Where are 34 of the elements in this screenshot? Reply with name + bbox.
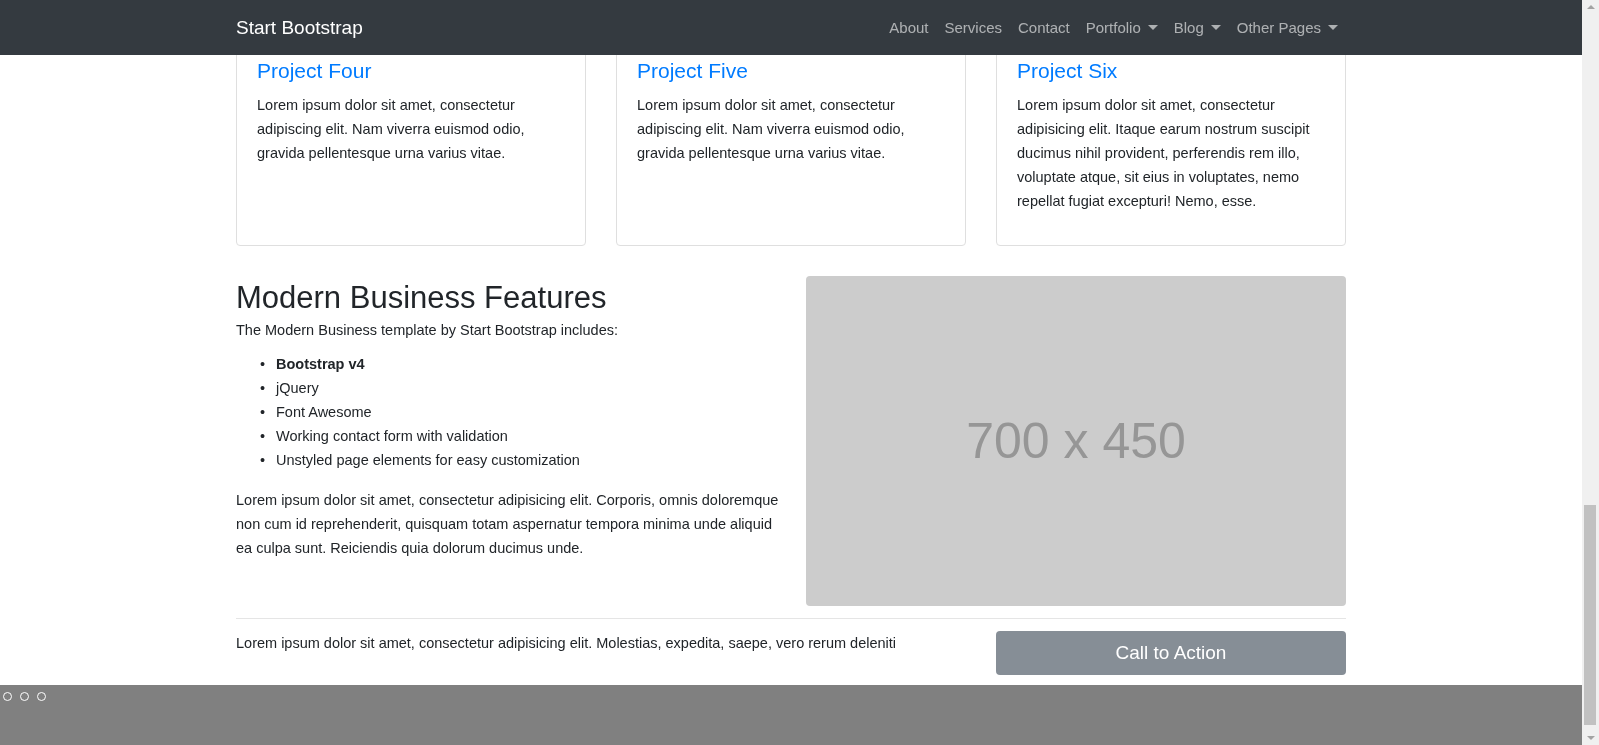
scroll-up-icon[interactable] bbox=[1586, 5, 1595, 9]
feature-item: Bootstrap v4 bbox=[276, 355, 365, 374]
feature-item: Working contact form with validation bbox=[276, 427, 508, 446]
call-to-action-button[interactable]: Call to Action bbox=[996, 631, 1346, 675]
section-heading: Modern Business Features bbox=[236, 280, 608, 316]
bullet: • bbox=[260, 451, 267, 470]
nav-link[interactable]: About bbox=[889, 19, 929, 36]
scroll-down-icon[interactable] bbox=[1586, 736, 1595, 740]
card-text: Lorem ipsum dolor sit amet, consectetur adipiscing elit. Nam viverra euismod odio, gravida pellentesque urna varius vitae. bbox=[637, 96, 906, 163]
paragraph: Lorem ipsum dolor sit amet, consectetur adipisicing elit. Corporis, omnis doloremque non cum id reprehenderit, quisquam totam aspernatur tempora minima unde aliquid ea culpa sunt. Reiciendis quia dolorum ducimus unde. bbox=[236, 491, 780, 558]
nav-link[interactable]: Services bbox=[944, 19, 1002, 36]
caret-icon[interactable] bbox=[1328, 25, 1338, 30]
nav-link[interactable]: Contact bbox=[1018, 19, 1070, 36]
feature-item: Font Awesome bbox=[276, 403, 372, 422]
card-title[interactable]: Project Five bbox=[637, 59, 748, 83]
scroll-thumb[interactable] bbox=[1584, 505, 1596, 725]
card-title[interactable]: Project Four bbox=[257, 59, 372, 83]
nav-link[interactable]: Other Pages bbox=[1236, 19, 1321, 36]
bullet: • bbox=[260, 355, 267, 374]
card-title[interactable]: Project Six bbox=[1017, 59, 1118, 83]
nav-link[interactable]: Portfolio bbox=[1085, 19, 1141, 36]
bullet: • bbox=[260, 403, 267, 422]
feature-item: Unstyled page elements for easy customization bbox=[276, 451, 580, 470]
brand-link[interactable]: Start Bootstrap bbox=[236, 16, 363, 39]
caret-icon[interactable] bbox=[1147, 25, 1158, 30]
card-text: Lorem ipsum dolor sit amet, consectetur adipisicing elit. Itaque earum nostrum suscipit ducimus nihil provident, perferendis rem illo, voluptate atque, sit eius in voluptates, nemo repellat fugiat excepturi! Nemo, esse. bbox=[1017, 96, 1311, 211]
bullet: • bbox=[260, 379, 267, 398]
cta-text: Lorem ipsum dolor sit amet, consectetur adipisicing elit. Molestias, expedita, saepe, vero rerum deleniti bbox=[236, 635, 898, 651]
card-text: Lorem ipsum dolor sit amet, consectetur adipiscing elit. Nam viverra euismod odio, gravida pellentesque urna varius vitae. bbox=[257, 96, 526, 163]
intro-text: The Modern Business template by Start Bootstrap includes: bbox=[236, 322, 620, 338]
bullet: • bbox=[260, 427, 267, 446]
feature-item: jQuery bbox=[276, 379, 319, 398]
nav-link[interactable]: Blog bbox=[1173, 19, 1204, 36]
caret-icon[interactable] bbox=[1210, 25, 1221, 30]
